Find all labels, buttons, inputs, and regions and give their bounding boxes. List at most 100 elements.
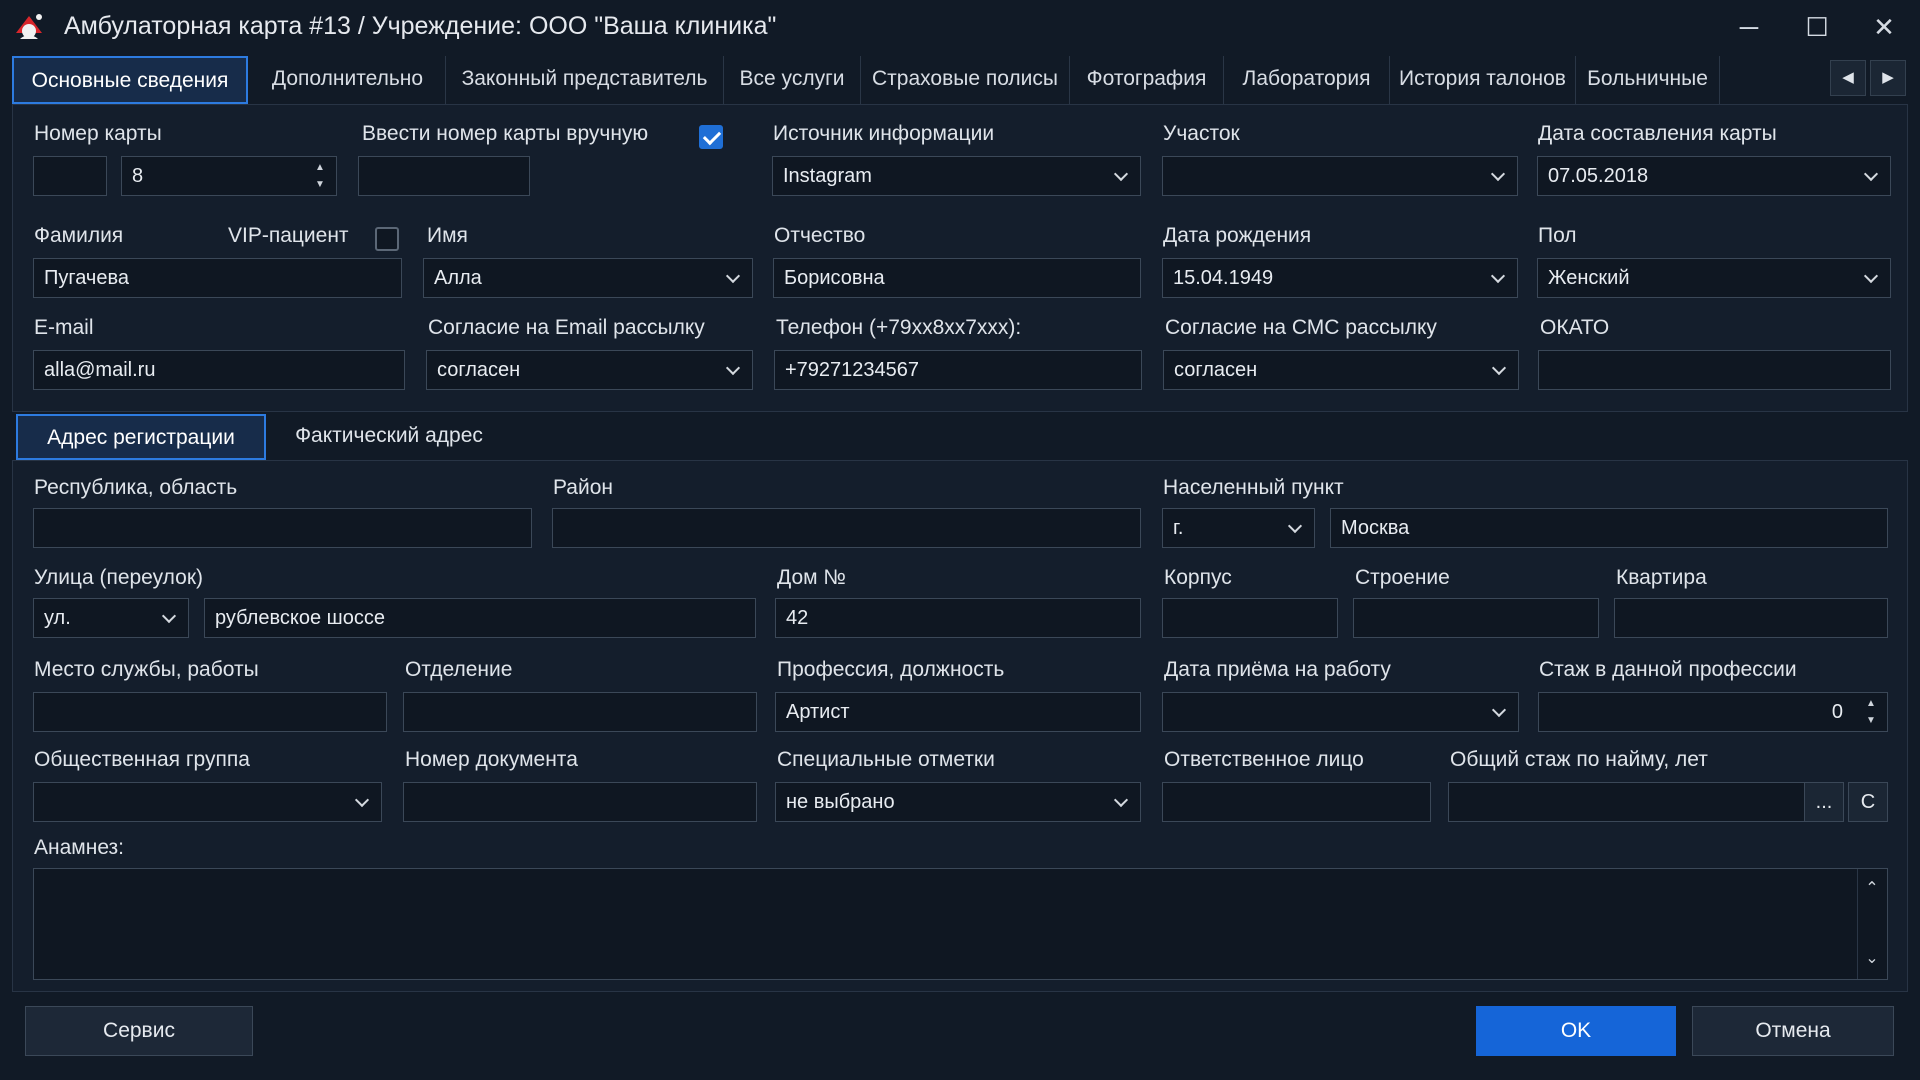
sms-consent-label: Согласие на СМС рассылку — [1165, 316, 1437, 339]
manual-number-checkbox[interactable] — [699, 125, 723, 149]
sms-consent-select[interactable]: согласен — [1163, 350, 1519, 390]
scroll-up-icon[interactable]: ⌃ — [1858, 875, 1886, 903]
experience-label: Стаж в данной профессии — [1539, 658, 1797, 681]
street-label: Улица (переулок) — [34, 566, 204, 589]
tab-bar: Основные сведения Дополнительно Законный… — [12, 56, 1908, 104]
hire-date-picker[interactable] — [1162, 692, 1519, 732]
locality-type-select[interactable]: г. — [1162, 508, 1315, 548]
social-group-label: Общественная группа — [34, 748, 250, 771]
maximize-button[interactable]: ☐ — [1784, 4, 1850, 50]
anamnesis-label: Анамнез: — [34, 836, 124, 859]
sex-label: Пол — [1538, 224, 1577, 247]
ok-button[interactable]: OK — [1476, 1006, 1676, 1056]
region-label: Республика, область — [34, 476, 238, 499]
manual-number-label: Ввести номер карты вручную — [362, 122, 649, 145]
surname-label: Фамилия — [34, 224, 124, 247]
scroll-down-icon[interactable]: ⌄ — [1858, 945, 1886, 973]
department-field[interactable] — [403, 692, 757, 732]
district-label: Участок — [1163, 122, 1240, 145]
profession-field[interactable]: Артист — [775, 692, 1141, 732]
email-consent-label: Согласие на Email рассылку — [428, 316, 705, 339]
tab-actual-address[interactable]: Фактический адрес — [266, 414, 512, 460]
special-marks-select[interactable]: не выбрано — [775, 782, 1141, 822]
minimize-button[interactable]: ─ — [1716, 4, 1782, 50]
manual-number-field[interactable] — [358, 156, 530, 196]
tab-photo[interactable]: Фотография — [1070, 56, 1224, 104]
structure-field[interactable] — [1353, 598, 1599, 638]
info-source-label: Источник информации — [773, 122, 995, 145]
tab-insurance[interactable]: Страховые полисы — [861, 56, 1070, 104]
phone-label: Телефон (+79xx8xx7xxx): — [776, 316, 1022, 339]
anamnesis-textarea[interactable]: ⌃ ⌄ — [33, 868, 1888, 980]
document-number-field[interactable] — [403, 782, 757, 822]
okato-field[interactable] — [1538, 350, 1891, 390]
area-field[interactable] — [552, 508, 1141, 548]
email-consent-select[interactable]: согласен — [426, 350, 753, 390]
total-experience-field[interactable] — [1448, 782, 1806, 822]
document-number-label: Номер документа — [405, 748, 578, 771]
patronymic-field[interactable]: Борисовна — [773, 258, 1141, 298]
cancel-button[interactable]: Отмена — [1692, 1006, 1894, 1056]
spin-up-icon[interactable]: ▲ — [1857, 695, 1885, 712]
house-label: Дом № — [777, 566, 846, 589]
experience-spinner[interactable]: ▲ ▼ — [1857, 695, 1885, 729]
email-field[interactable]: alla@mail.ru — [33, 350, 405, 390]
tab-legal-representative[interactable]: Законный представитель — [446, 56, 724, 104]
card-date-picker[interactable]: 07.05.2018 — [1537, 156, 1891, 196]
experience-field[interactable]: 0 ▲ ▼ — [1538, 692, 1888, 732]
card-number-label: Номер карты — [34, 122, 162, 145]
service-button[interactable]: Сервис — [25, 1006, 253, 1056]
spin-down-icon[interactable]: ▼ — [306, 176, 334, 193]
building-field[interactable] — [1162, 598, 1338, 638]
building-label: Корпус — [1164, 566, 1232, 589]
card-number-spinner[interactable]: ▲ ▼ — [306, 159, 334, 193]
card-number-prefix-field[interactable] — [33, 156, 107, 196]
spin-down-icon[interactable]: ▼ — [1857, 712, 1885, 729]
street-field[interactable]: рублевское шоссе — [204, 598, 756, 638]
okato-label: ОКАТО — [1540, 316, 1610, 339]
department-label: Отделение — [405, 658, 513, 681]
locality-label: Населенный пункт — [1163, 476, 1344, 499]
info-source-select[interactable]: Instagram — [772, 156, 1141, 196]
street-type-select[interactable]: ул. — [33, 598, 189, 638]
region-field[interactable] — [33, 508, 532, 548]
card-number-value: 8 — [132, 165, 144, 187]
anamnesis-scrollbar[interactable]: ⌃ ⌄ — [1857, 869, 1887, 979]
sex-select[interactable]: Женский — [1537, 258, 1891, 298]
phone-field[interactable]: +79271234567 — [774, 350, 1142, 390]
vip-checkbox[interactable] — [375, 227, 399, 251]
tab-prev-icon[interactable]: ◀ — [1830, 60, 1866, 96]
hire-date-label: Дата приёма на работу — [1164, 658, 1391, 681]
responsible-field[interactable] — [1162, 782, 1431, 822]
birth-date-picker[interactable]: 15.04.1949 — [1162, 258, 1518, 298]
tab-registration-address[interactable]: Адрес регистрации — [16, 414, 266, 460]
spin-up-icon[interactable]: ▲ — [306, 159, 334, 176]
tab-sick-leaves[interactable]: Больничные — [1576, 56, 1720, 104]
social-group-select[interactable] — [33, 782, 382, 822]
tab-laboratory[interactable]: Лаборатория — [1224, 56, 1390, 104]
patronymic-label: Отчество — [774, 224, 866, 247]
tab-ticket-history[interactable]: История талонов — [1390, 56, 1576, 104]
name-select[interactable]: Алла — [423, 258, 753, 298]
close-button[interactable]: ✕ — [1851, 4, 1917, 50]
tab-additional[interactable]: Дополнительно — [250, 56, 446, 104]
window-title: Амбулаторная карта #13 / Учреждение: ООО… — [64, 12, 777, 40]
name-label: Имя — [427, 224, 468, 247]
vip-label: VIP-пациент — [228, 224, 349, 247]
browse-button[interactable]: ... — [1804, 782, 1844, 822]
surname-field[interactable]: Пугачева — [33, 258, 402, 298]
flat-label: Квартира — [1616, 566, 1707, 589]
email-label: E-mail — [34, 316, 94, 339]
tab-all-services[interactable]: Все услуги — [724, 56, 861, 104]
tab-main-info[interactable]: Основные сведения — [12, 56, 248, 104]
clear-button[interactable]: C — [1848, 782, 1888, 822]
flat-field[interactable] — [1614, 598, 1888, 638]
workplace-label: Место службы, работы — [34, 658, 259, 681]
district-select[interactable] — [1162, 156, 1518, 196]
card-number-field[interactable]: 8 ▲ ▼ — [121, 156, 337, 196]
workplace-field[interactable] — [33, 692, 387, 732]
birth-date-label: Дата рождения — [1163, 224, 1312, 247]
house-field[interactable]: 42 — [775, 598, 1141, 638]
locality-field[interactable]: Москва — [1330, 508, 1888, 548]
tab-next-icon[interactable]: ▶ — [1870, 60, 1906, 96]
